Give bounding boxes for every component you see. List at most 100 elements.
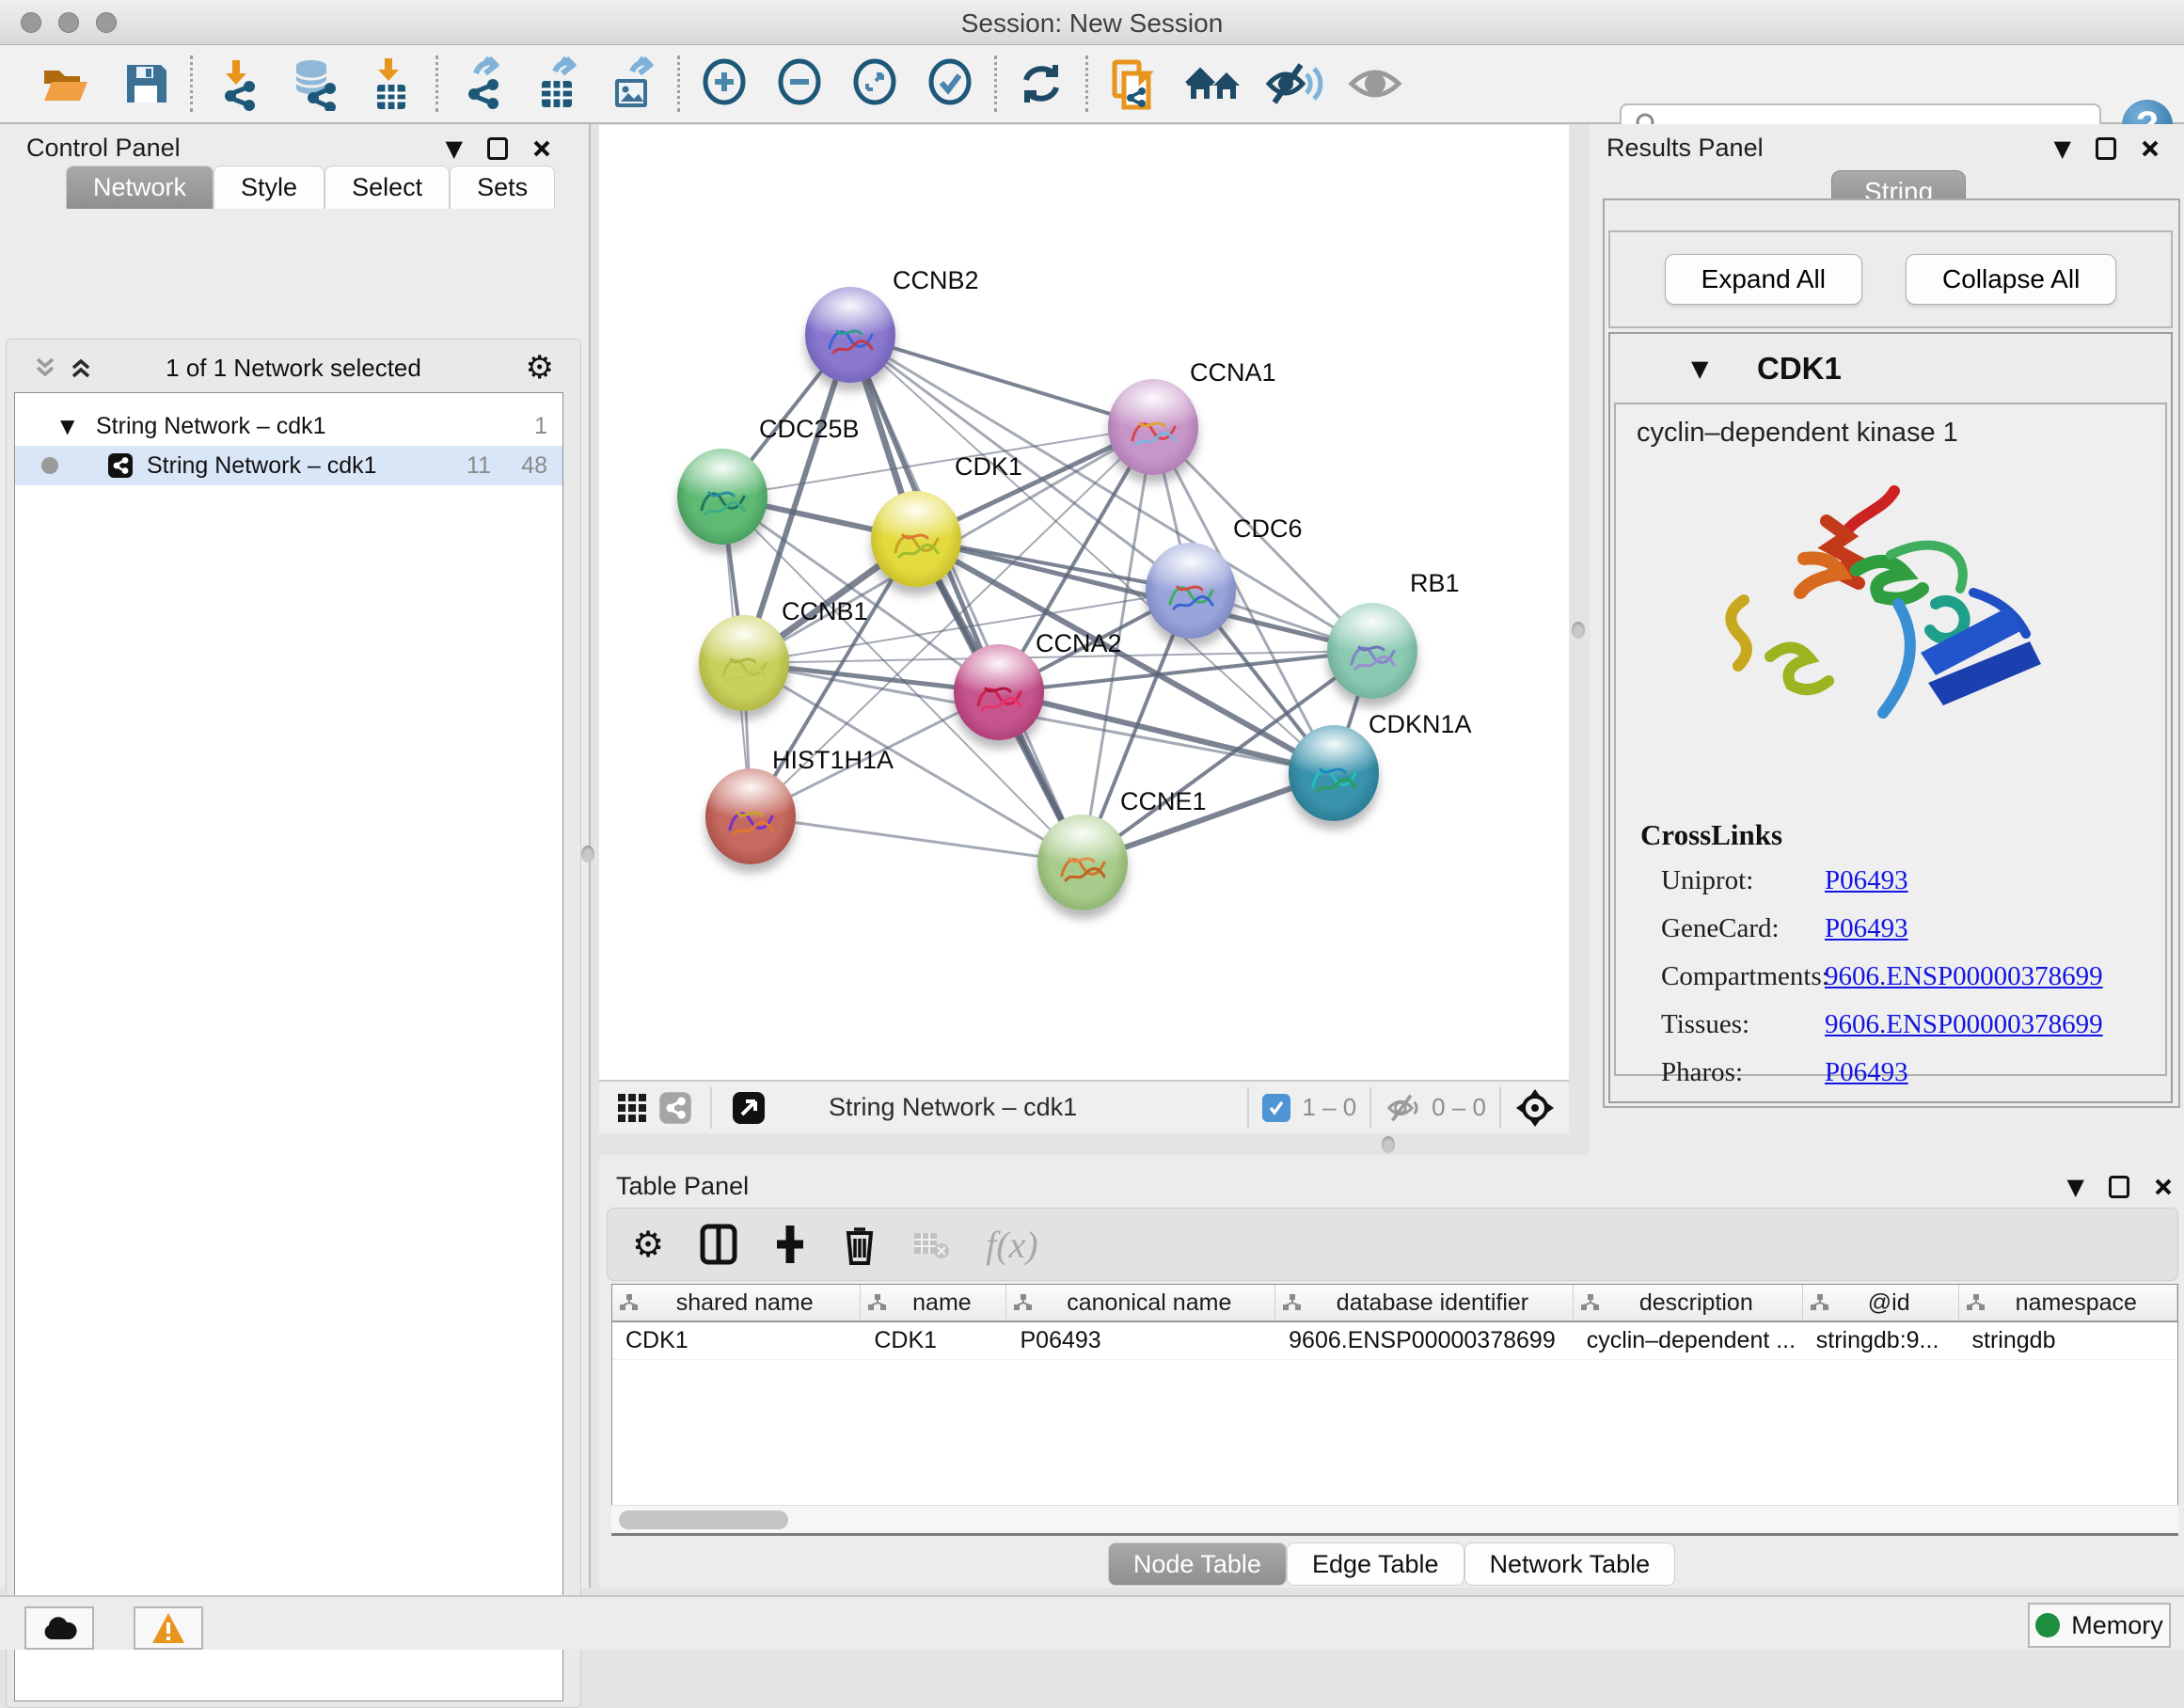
crosslink-link[interactable]: P06493 <box>1825 865 1908 896</box>
tab-node-table[interactable]: Node Table <box>1108 1542 1287 1586</box>
collection-disclosure-icon[interactable]: ▼ <box>60 415 74 437</box>
float-panel-icon[interactable] <box>2109 1176 2129 1198</box>
warning-status-button[interactable] <box>134 1606 203 1650</box>
table-options-gear-icon[interactable]: ⚙ <box>632 1224 664 1265</box>
results-panel-title: Results Panel <box>1606 134 1764 163</box>
export-table-icon[interactable] <box>529 55 587 113</box>
scrollbar-thumb[interactable] <box>619 1510 788 1529</box>
save-icon[interactable] <box>117 55 175 113</box>
close-panel-icon[interactable] <box>2141 139 2160 158</box>
column-header-shared-name[interactable]: shared name <box>612 1285 861 1321</box>
memory-label: Memory <box>2071 1611 2163 1640</box>
zoom-out-icon[interactable] <box>770 55 829 113</box>
expand-all-button[interactable]: Expand All <box>1665 254 1862 305</box>
tab-sets[interactable]: Sets <box>450 166 555 209</box>
column-header-description[interactable]: description <box>1574 1285 1803 1321</box>
string-network-icon <box>107 452 134 479</box>
crosslink-link[interactable]: P06493 <box>1825 1057 1908 1088</box>
network-node-CDK1[interactable] <box>871 491 961 587</box>
network-node-CCNA2[interactable] <box>954 644 1044 740</box>
zoom-selected-icon[interactable] <box>921 55 979 113</box>
column-header-namespace[interactable]: namespace <box>1959 1285 2177 1321</box>
memory-button[interactable]: Memory <box>2028 1603 2171 1648</box>
column-header-database-identifier[interactable]: database identifier <box>1275 1285 1574 1321</box>
zoom-in-icon[interactable] <box>695 55 753 113</box>
grid-view-icon[interactable] <box>610 1079 654 1137</box>
network-node-CDKN1A[interactable] <box>1289 725 1379 821</box>
crosslink-link[interactable]: 9606.ENSP00000378699 <box>1825 961 2103 992</box>
preview-eye-icon[interactable] <box>1346 55 1404 113</box>
horizontal-splitter-handle[interactable] <box>1382 1136 1395 1153</box>
network-node-CDC25B[interactable] <box>677 449 768 545</box>
export-image-icon[interactable] <box>604 55 662 113</box>
tab-network-table[interactable]: Network Table <box>1464 1542 1676 1586</box>
network-list-container: 1 of 1 Network selected ⚙ ▼ String Netwo… <box>6 339 581 1708</box>
show-columns-icon[interactable] <box>700 1224 737 1265</box>
network-status-dot <box>41 457 58 474</box>
hide-unhide-icon[interactable] <box>1265 55 1323 113</box>
network-node-CDC6[interactable] <box>1146 543 1236 639</box>
column-header-@id[interactable]: @id <box>1803 1285 1959 1321</box>
network-node-CCNB2[interactable] <box>805 287 895 383</box>
add-column-icon[interactable] <box>773 1224 807 1265</box>
import-table-icon[interactable] <box>362 55 420 113</box>
protein-ribbon-thumbnail <box>1126 410 1180 453</box>
tab-select[interactable]: Select <box>324 166 450 209</box>
warning-icon <box>150 1611 186 1645</box>
import-network-icon[interactable] <box>208 55 266 113</box>
float-panel-icon[interactable] <box>2096 137 2116 160</box>
network-node-RB1[interactable] <box>1327 603 1417 699</box>
delete-table-icon <box>912 1227 950 1261</box>
network-collection-row[interactable]: ▼ String Network – cdk1 1 <box>15 406 562 446</box>
node-label-CCNE1: CCNE1 <box>1120 787 1207 816</box>
crosslink-link[interactable]: 9606.ENSP00000378699 <box>1825 1009 2103 1040</box>
network-options-gear-icon[interactable]: ⚙ <box>526 349 554 387</box>
column-type-icon <box>1014 1294 1033 1311</box>
network-node-CCNA1[interactable] <box>1108 379 1198 475</box>
tab-network[interactable]: Network <box>66 166 214 209</box>
copy-documents-icon[interactable] <box>1103 55 1162 113</box>
selected-nodes-checkbox-icon[interactable] <box>1262 1094 1290 1122</box>
cloud-status-button[interactable] <box>24 1606 94 1650</box>
column-header-canonical-name[interactable]: canonical name <box>1006 1285 1275 1321</box>
title-bar: Session: New Session <box>0 0 2184 45</box>
detach-view-icon[interactable] <box>725 1079 772 1137</box>
close-panel-icon[interactable] <box>532 139 551 158</box>
float-panel-icon[interactable] <box>487 137 508 160</box>
protein-ribbon-thumbnail <box>717 646 771 689</box>
protein-structure-image <box>1710 453 2086 811</box>
collapse-panel-icon[interactable]: ▼ <box>2054 135 2071 162</box>
tab-style[interactable]: Style <box>214 166 324 209</box>
network-view-canvas[interactable]: CCNB2CCNA1CDC25BCDK1CDC6RB1CCNB1CCNA2CDK… <box>599 125 1569 1080</box>
column-header-name[interactable]: name <box>861 1285 1006 1321</box>
delete-column-icon[interactable] <box>843 1224 877 1265</box>
network-node-CCNE1[interactable] <box>1037 814 1128 910</box>
collapse-panel-icon[interactable]: ▼ <box>446 135 463 162</box>
tab-edge-table[interactable]: Edge Table <box>1287 1542 1464 1586</box>
refresh-layout-icon[interactable] <box>1012 55 1070 113</box>
network-node-CCNB1[interactable] <box>699 615 789 711</box>
import-database-icon[interactable] <box>285 55 343 113</box>
birdseye-navigator-icon[interactable] <box>1514 1087 1556 1129</box>
open-folder-icon[interactable] <box>36 55 94 113</box>
network-row[interactable]: String Network – cdk1 11 48 <box>15 446 562 485</box>
entry-header[interactable]: ▼ CDK1 <box>1610 334 2171 403</box>
zoom-fit-icon[interactable] <box>846 55 904 113</box>
table-horizontal-scrollbar[interactable] <box>611 1505 2178 1533</box>
export-network-icon[interactable] <box>453 55 512 113</box>
close-panel-icon[interactable] <box>2154 1178 2173 1196</box>
collapse-panel-icon[interactable]: ▼ <box>2067 1174 2084 1200</box>
crosslink-label: Uniprot: <box>1661 865 1753 896</box>
entry-detail: cyclin–dependent kinase 1 <box>1614 403 2167 1076</box>
hidden-node-edge-counts: 0 – 0 <box>1432 1093 1486 1122</box>
vertical-splitter-handle[interactable] <box>1572 622 1585 639</box>
crosslink-link[interactable]: P06493 <box>1825 913 1908 944</box>
vertical-splitter-handle[interactable] <box>581 846 594 862</box>
homes-icon[interactable] <box>1184 55 1242 113</box>
network-share-view-icon[interactable] <box>654 1079 697 1137</box>
table-row[interactable]: CDK1CDK1P064939606.ENSP00000378699cyclin… <box>612 1322 2177 1360</box>
network-node-HIST1H1A[interactable] <box>705 768 796 864</box>
entry-disclosure-icon[interactable]: ▼ <box>1691 356 1708 382</box>
collapse-all-button[interactable]: Collapse All <box>1906 254 2116 305</box>
node-label-HIST1H1A: HIST1H1A <box>772 746 894 775</box>
